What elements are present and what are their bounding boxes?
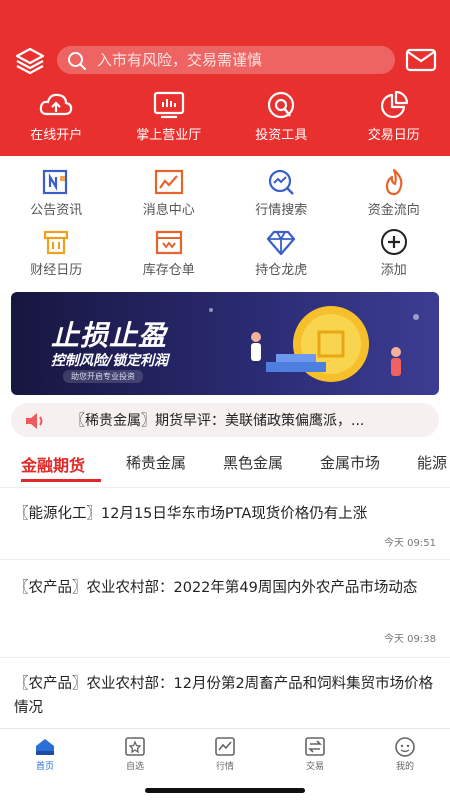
cloud-icon [40, 93, 73, 116]
bottom-tab-label: 我的 [395, 762, 414, 772]
diamond-icon [267, 230, 296, 256]
grid-item-quote-search[interactable]: 行情搜索 [225, 160, 338, 220]
quick-mobile-hall[interactable]: 掌上营业厅 [113, 90, 226, 150]
search-trend-icon [269, 169, 295, 195]
quick-actions: 在线开户 掌上营业厅 投资工具 交易日历 [0, 90, 450, 150]
bottom-tab-label: 自选 [125, 762, 144, 772]
grid-label: 添加 [380, 263, 407, 278]
search-icon [68, 52, 86, 70]
notice-bar[interactable]: 〖稀贵金属〗期货早评：美联储政策偏鹰派，... [11, 403, 439, 437]
tab-financial-futures[interactable]: 金融期货 [21, 452, 85, 476]
grid-item-warehouse-receipts[interactable]: 库存仓单 [113, 220, 226, 280]
grid-item-add[interactable]: 添加 [338, 220, 450, 280]
notice-text: 〖稀贵金属〗期货早评：美联储政策偏鹰派，... [71, 413, 365, 429]
quick-open-account[interactable]: 在线开户 [0, 90, 113, 150]
quick-trade-calendar[interactable]: 交易日历 [338, 90, 450, 150]
news-title: 〖能源化工〗12月15日华东市场PTA现货价格仍有上涨 [14, 506, 368, 522]
grid-label: 行情搜索 [255, 203, 308, 218]
grid-item-position-ranking[interactable]: 持仓龙虎 [225, 220, 338, 280]
trade-icon [305, 737, 325, 756]
mail-icon[interactable] [405, 47, 437, 73]
home-indicator [145, 788, 305, 793]
tab-precious-metals[interactable]: 稀贵金属 [126, 452, 186, 473]
news-icon [43, 169, 68, 195]
banner-tag: 助您开启专业投资 [63, 370, 143, 383]
list-item[interactable]: 〖能源化工〗12月15日华东市场PTA现货价格仍有上涨 今天 09:51 [0, 488, 450, 560]
grid-item-fund-flow[interactable]: 资金流向 [338, 160, 450, 220]
market-chart-icon [215, 737, 235, 756]
calendar-icon [44, 230, 69, 255]
promo-banner[interactable]: 止损止盈 控制风险/锁定利润 助您开启专业投资 [11, 292, 439, 395]
warehouse-icon [155, 230, 182, 255]
function-grid: 公告资讯 消息中心 行情搜索 资金流向 财经日历 库存仓单 持仓龙虎 添加 [0, 160, 450, 280]
tab-energy[interactable]: 能源 [417, 452, 447, 473]
search-bar[interactable] [57, 46, 395, 74]
grid-item-announcements[interactable]: 公告资讯 [0, 160, 113, 220]
quick-label: 投资工具 [255, 128, 308, 143]
news-time: 今天 09:51 [384, 538, 436, 549]
grid-label: 财经日历 [30, 263, 83, 278]
grid-label: 库存仓单 [142, 263, 195, 278]
bottom-tab-label: 交易 [305, 762, 324, 772]
list-item[interactable]: 〖农产品〗农业农村部：2022年第49周国内外农产品市场动态 今天 09:38 [0, 560, 450, 658]
grid-item-message-center[interactable]: 消息中心 [113, 160, 226, 220]
speaker-icon [26, 413, 43, 429]
flame-icon [385, 168, 403, 196]
tab-ferrous-metals[interactable]: 黑色金属 [223, 452, 283, 473]
tab-active-indicator [21, 479, 101, 482]
bottom-tab-profile[interactable]: 我的 [360, 729, 450, 800]
news-title: 〖农产品〗农业农村部：12月份第2周畜产品和饲料集贸市场价格情况 [14, 676, 434, 716]
news-time: 今天 09:38 [384, 634, 436, 645]
search-input[interactable] [97, 46, 387, 74]
layers-icon[interactable] [14, 46, 46, 76]
star-icon [125, 737, 145, 756]
tool-icon [268, 91, 295, 119]
banner-subtitle: 控制风险/锁定利润 [51, 353, 169, 369]
bottom-tab-label: 行情 [215, 762, 234, 772]
list-item[interactable]: 〖农产品〗农业农村部：12月份第2周畜产品和饲料集贸市场价格情况 [0, 658, 450, 738]
quick-label: 在线开户 [30, 128, 83, 143]
chart-message-icon [154, 169, 183, 195]
header: 在线开户 掌上营业厅 投资工具 交易日历 [0, 0, 450, 156]
banner-title: 止损止盈 [51, 319, 168, 352]
grid-label: 资金流向 [367, 203, 420, 218]
top-bar [0, 44, 450, 76]
grid-item-finance-calendar[interactable]: 财经日历 [0, 220, 113, 280]
quick-label: 掌上营业厅 [136, 128, 202, 143]
monitor-icon [153, 91, 184, 119]
quick-label: 交易日历 [367, 128, 420, 143]
grid-label: 消息中心 [142, 203, 195, 218]
grid-label: 持仓龙虎 [255, 263, 308, 278]
category-tabs: 金融期货 稀贵金属 黑色金属 金属市场 能源 [0, 452, 450, 486]
bottom-tab-label: 首页 [35, 762, 54, 772]
quick-invest-tools[interactable]: 投资工具 [225, 90, 338, 150]
news-title: 〖农产品〗农业农村部：2022年第49周国内外农产品市场动态 [14, 580, 418, 596]
news-list: 〖能源化工〗12月15日华东市场PTA现货价格仍有上涨 今天 09:51 〖农产… [0, 487, 450, 738]
tab-metal-market[interactable]: 金属市场 [320, 452, 380, 473]
grid-label: 公告资讯 [30, 203, 83, 218]
home-icon [36, 739, 54, 755]
pie-chart-icon [380, 90, 408, 119]
add-icon [380, 229, 407, 255]
profile-icon [395, 737, 415, 757]
bottom-tab-home[interactable]: 首页 [0, 729, 90, 800]
